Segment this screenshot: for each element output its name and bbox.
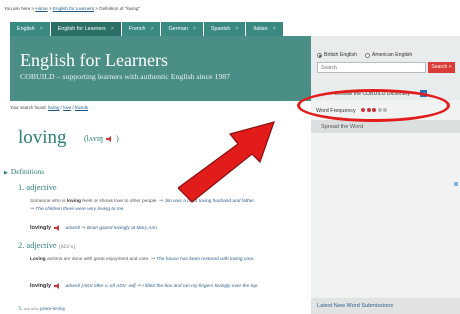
- tab-german[interactable]: German >: [161, 22, 203, 36]
- ad-choices-icon[interactable]: [454, 182, 458, 186]
- speaker-icon[interactable]: [54, 282, 61, 289]
- sense-2-derivative: lovingly adverb [ADV after v, oft ADV -e…: [30, 282, 259, 289]
- radio-british[interactable]: [317, 52, 322, 58]
- dictionary-banner: English for Learners COBUILD – supportin…: [10, 36, 311, 101]
- example-2: The children there were very loving to m…: [35, 207, 125, 212]
- chevron-right-icon: >: [150, 26, 154, 32]
- pronunciation: (lʌvɪŋ): [84, 134, 119, 143]
- breadcrumb-home-link[interactable]: Home: [35, 6, 47, 11]
- sense-1-derivative: lovingly adverb ⇒ Brian gazed lovingly a…: [30, 224, 159, 231]
- radio-american[interactable]: [364, 52, 370, 58]
- definitions-heading[interactable]: ▶ Definitions: [4, 167, 44, 176]
- chevron-right-icon: >: [235, 26, 239, 32]
- tab-english-for-learners[interactable]: English for Learners >: [50, 22, 121, 36]
- chevron-right-icon: >: [110, 26, 114, 32]
- search-results-line: Your search found: loving / love / frien…: [10, 105, 89, 110]
- radio-american-label: American English: [371, 52, 413, 58]
- result-loving-link[interactable]: loving: [48, 105, 59, 110]
- chevron-right-icon: >: [192, 26, 196, 32]
- radio-british-label: British English: [324, 52, 357, 58]
- annotation-arrow: [178, 121, 275, 203]
- tab-english[interactable]: English >: [10, 22, 50, 36]
- tab-french[interactable]: French >: [121, 22, 161, 36]
- search-button[interactable]: Search >: [428, 62, 455, 73]
- sense-1-heading: 1. adjective: [18, 183, 57, 192]
- dialect-selector: British English American English: [317, 52, 412, 58]
- result-love-link[interactable]: love: [63, 105, 71, 110]
- tab-spanish[interactable]: Spanish >: [203, 22, 246, 36]
- banner-title: English for Learners: [20, 50, 168, 70]
- search-input[interactable]: [317, 62, 426, 73]
- headword: loving: [18, 127, 67, 148]
- language-tabs: English > English for Learners > French > G…: [10, 22, 284, 36]
- banner-subtitle: COBUILD – supporting learners with authe…: [20, 72, 231, 81]
- chevron-right-icon: >: [39, 26, 43, 32]
- breadcrumb: You are here > Home > English for Learne…: [4, 6, 141, 11]
- chevron-right-icon: >: [272, 26, 276, 32]
- tab-italian[interactable]: Italian >: [246, 22, 283, 36]
- breadcrumb-prefix: You are here: [4, 6, 31, 11]
- breadcrumb-current: Definition of "loving": [99, 6, 141, 11]
- example-3: The house has been restored with loving …: [156, 257, 255, 262]
- result-friends-link[interactable]: friends: [75, 105, 88, 110]
- latest-submissions-label[interactable]: Latest New Word Submissions: [317, 303, 393, 309]
- sense-3-heading: 3. see also peace-loving: [18, 306, 65, 312]
- right-column: Word Frequency Spread the Word Latest Ne…: [311, 100, 460, 314]
- sense-2-definition: Loving actions are done with great enjoy…: [30, 257, 255, 262]
- triangle-right-icon: ▶: [4, 171, 8, 176]
- spread-the-word-label: Spread the Word: [321, 124, 364, 130]
- breadcrumb-learners-link[interactable]: English for Learners: [53, 6, 94, 11]
- see-also-link[interactable]: peace-loving: [40, 307, 65, 312]
- annotation-ellipse: [297, 89, 450, 122]
- speaker-icon[interactable]: [54, 224, 61, 231]
- sense-2-heading: 2. adjective [ADJ n]: [18, 241, 75, 250]
- speaker-icon[interactable]: [106, 136, 113, 143]
